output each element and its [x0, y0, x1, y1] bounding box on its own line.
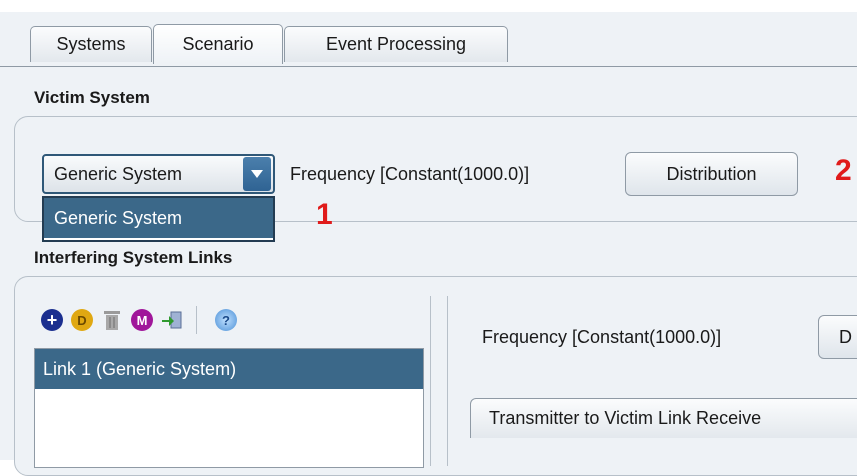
delete-icon[interactable] — [100, 308, 124, 332]
window-top — [0, 0, 857, 12]
interfering-links-list[interactable]: Link 1 (Generic System) — [34, 348, 424, 468]
tab-scenario-label: Scenario — [182, 34, 254, 54]
annotation-marker-2: 2 — [835, 154, 852, 187]
link-frequency-label: Frequency [Constant(1000.0)] — [482, 327, 722, 347]
link-distribution-button[interactable]: D — [818, 315, 857, 359]
tab-transmitter-to-victim-link[interactable]: Transmitter to Victim Link Receive — [470, 398, 857, 438]
splitter-left[interactable] — [430, 296, 431, 466]
merge-icon[interactable]: M — [130, 308, 154, 332]
add-icon[interactable]: + — [40, 308, 64, 332]
annotation-marker-1: 1 — [316, 198, 333, 231]
help-icon[interactable]: ? — [214, 308, 238, 332]
tab-event-processing[interactable]: Event Processing — [284, 26, 508, 62]
list-item[interactable]: Link 1 (Generic System) — [35, 349, 423, 389]
victim-system-combo-value: Generic System — [54, 163, 183, 184]
tab-systems[interactable]: Systems — [30, 26, 152, 62]
distribution-button-label: Distribution — [666, 163, 757, 184]
link-distribution-button-label: D — [839, 326, 852, 347]
victim-system-dropdown: Generic System — [42, 196, 275, 242]
victim-system-combo[interactable]: Generic System — [42, 154, 275, 194]
toolbar-separator — [196, 306, 197, 334]
victim-frequency-label: Frequency [Constant(1000.0)] — [290, 164, 530, 184]
import-icon[interactable] — [160, 308, 184, 332]
chevron-down-icon[interactable] — [243, 157, 271, 191]
distribution-button[interactable]: Distribution — [625, 152, 798, 196]
tab-systems-label: Systems — [56, 34, 126, 54]
interfering-links-title: Interfering System Links — [34, 248, 233, 267]
tab-scenario[interactable]: Scenario — [153, 24, 283, 64]
dropdown-option-generic-system[interactable]: Generic System — [44, 198, 273, 238]
splitter-right[interactable] — [447, 296, 448, 466]
dropdown-option-label: Generic System — [54, 207, 183, 228]
tab-transmitter-label: Transmitter to Victim Link Receive — [489, 408, 762, 428]
tab-event-processing-label: Event Processing — [325, 34, 467, 54]
duplicate-icon[interactable]: D — [70, 308, 94, 332]
list-item-label: Link 1 (Generic System) — [43, 358, 237, 379]
victim-system-title: Victim System — [34, 88, 150, 107]
